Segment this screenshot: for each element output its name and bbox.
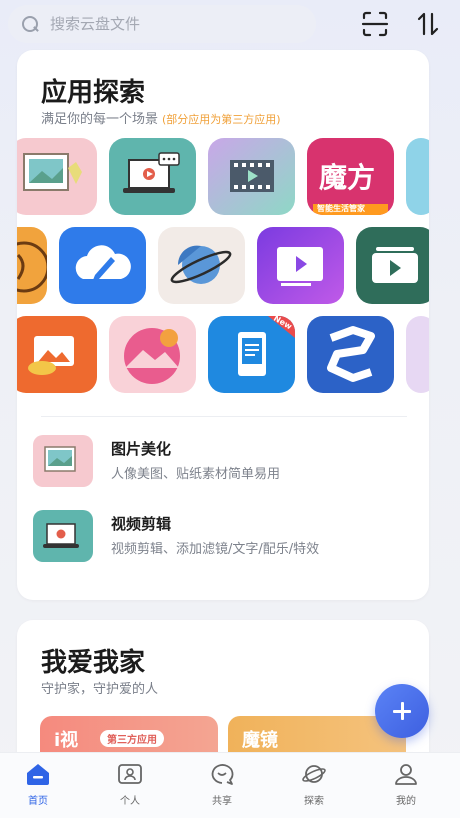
section-subtitle: 守护家，守护爱的人: [41, 682, 159, 697]
mofang-app-tile[interactable]: 魔方 智能生活管家: [307, 138, 394, 215]
folder-person-icon: [118, 764, 142, 784]
scan-icon: [361, 11, 389, 37]
partial-app-tile[interactable]: [406, 138, 429, 215]
planet-icon: [158, 227, 245, 304]
sort-button[interactable]: [414, 10, 444, 38]
home-icon: [27, 764, 49, 785]
photo-thumb: [33, 435, 93, 487]
third-party-note: (部分应用为第三方应用): [162, 113, 281, 126]
video-player-icon: [257, 227, 344, 304]
user-icon: [395, 764, 417, 785]
planet-app-tile[interactable]: [158, 227, 245, 304]
nav-share[interactable]: 共享: [192, 761, 252, 811]
section-subtitle: 满足你的每一个场景 (部分应用为第三方应用): [41, 108, 281, 127]
search-input[interactable]: [50, 15, 290, 33]
gallery-app-tile[interactable]: [17, 316, 97, 393]
ebook-app-tile[interactable]: New: [208, 316, 295, 393]
sort-icon: [417, 12, 439, 36]
film-strip-icon: [208, 138, 295, 215]
section-title: 应用探索: [41, 78, 146, 108]
film-app-tile[interactable]: [208, 138, 295, 215]
mofang-caption: 智能生活管家: [317, 204, 365, 213]
app-icon-partial: [406, 138, 429, 215]
nav-personal[interactable]: 个人: [100, 761, 160, 811]
list-item-video-edit[interactable]: 视频剪辑 视频剪辑、添加滤镜/文字/配乐/特效: [33, 510, 413, 570]
nav-explore[interactable]: 探索: [284, 761, 344, 811]
mountain-sun-icon: [109, 316, 196, 393]
calligraphy-app-tile[interactable]: [17, 227, 47, 304]
player-box-app-tile[interactable]: [356, 227, 429, 304]
video-thumb: [33, 510, 93, 562]
app-icon-partial-2: [406, 316, 429, 393]
video-edit-app-tile[interactable]: [109, 138, 196, 215]
play-box-icon: [356, 227, 429, 304]
list-title: 图片美化: [111, 440, 172, 458]
bottom-nav: 首页 个人 共享 探索 我的: [0, 752, 460, 818]
nav-home[interactable]: 首页: [8, 761, 68, 811]
divider: [41, 416, 407, 417]
gallery-cloud-icon: [17, 316, 97, 393]
share-heart-icon: [211, 764, 234, 785]
third-party-badge: 第三方应用: [100, 730, 164, 747]
nav-label: 共享: [212, 796, 232, 807]
nav-label: 个人: [120, 796, 140, 807]
video-laptop-icon: [109, 138, 196, 215]
list-desc: 视频剪辑、添加滤镜/文字/配乐/特效: [111, 542, 320, 557]
photo-beautify-icon: [33, 435, 93, 487]
nav-label: 探索: [304, 796, 324, 807]
app-explore-card: 应用探索 满足你的每一个场景 (部分应用为第三方应用) 魔方 智能生活管家 Ne…: [17, 50, 429, 600]
nav-label: 我的: [396, 796, 416, 807]
list-item-photo-beautify[interactable]: 图片美化 人像美图、贴纸素材简单易用: [33, 435, 413, 495]
list-desc: 人像美图、贴纸素材简单易用: [111, 467, 281, 482]
planet-icon: [302, 765, 326, 783]
mofang-title: 魔方: [319, 161, 376, 194]
nav-mine[interactable]: 我的: [376, 761, 436, 811]
cloud-pen-icon: [59, 227, 146, 304]
search-bar[interactable]: [8, 5, 316, 43]
mountain-app-tile[interactable]: [109, 316, 196, 393]
section-title: 我爱我家: [41, 648, 146, 678]
banner-label: i视: [54, 730, 79, 751]
scan-button[interactable]: [360, 10, 390, 38]
nav-label: 首页: [28, 796, 48, 807]
search-icon: [20, 14, 40, 34]
video-player-app-tile[interactable]: [257, 227, 344, 304]
partial-app-tile-2[interactable]: [406, 316, 429, 393]
map-app-tile[interactable]: [307, 316, 394, 393]
add-button[interactable]: [375, 684, 429, 738]
banner-label: 魔镜: [242, 730, 278, 751]
photo-frame-icon: [17, 138, 97, 215]
folded-map-icon: [307, 316, 394, 393]
subtitle-text: 满足你的每一个场景: [41, 112, 159, 127]
photo-edit-app-tile[interactable]: [17, 138, 97, 215]
calligraphy-icon: [17, 227, 47, 304]
list-title: 视频剪辑: [111, 515, 172, 533]
video-edit-icon: [33, 510, 93, 562]
cloud-drive-app-tile[interactable]: [59, 227, 146, 304]
top-bar: [0, 0, 460, 48]
